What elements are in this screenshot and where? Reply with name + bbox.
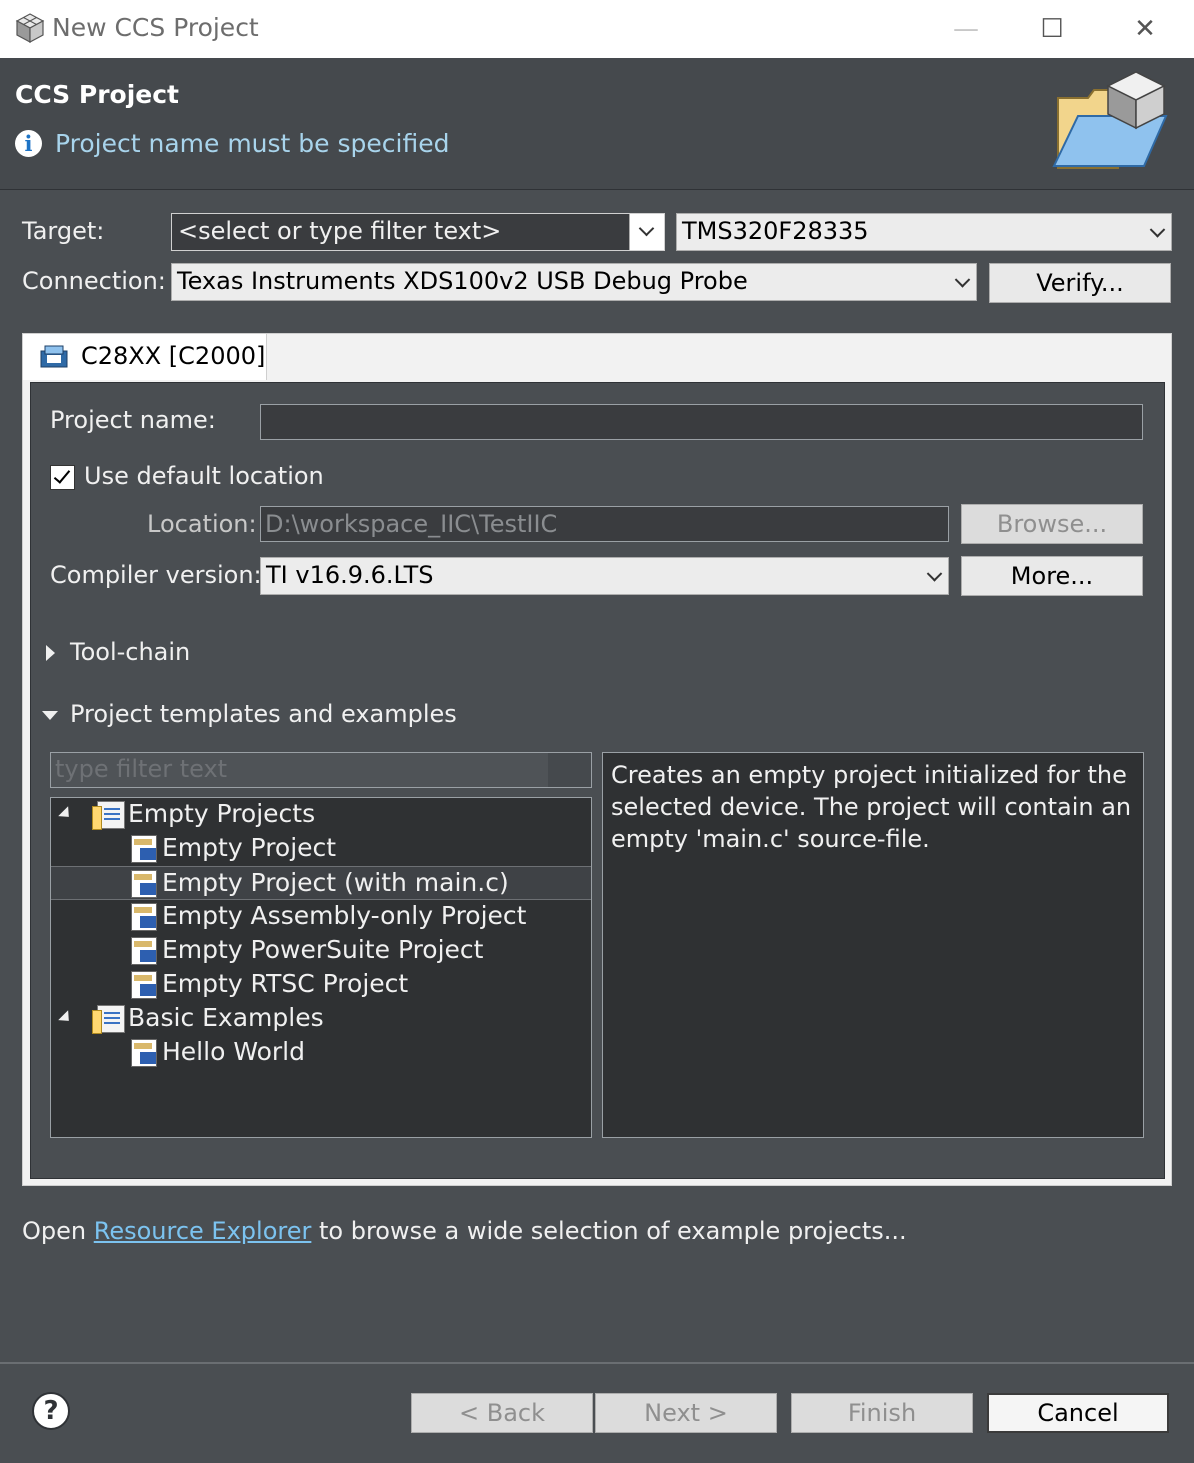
use-default-location-checkbox[interactable] (50, 465, 75, 490)
more-button[interactable]: More... (961, 556, 1143, 596)
project-template-icon (131, 971, 157, 999)
wizard-folder-cube-icon (1052, 71, 1168, 169)
tree-item-label: Basic Examples (128, 1003, 324, 1032)
tree-collapse-icon[interactable] (58, 1010, 74, 1026)
target-label: Target: (22, 217, 105, 245)
chevron-down-icon (926, 566, 943, 582)
help-icon: ? (43, 1396, 59, 1426)
template-tree[interactable]: Empty Projects Empty Project Empty Project… (50, 797, 592, 1138)
tree-item-label: Empty PowerSuite Project (162, 935, 484, 964)
category-folder-icon (92, 1005, 125, 1034)
compiler-version-value: TI v16.9.6.LTS (266, 561, 434, 589)
filter-clear-area (548, 753, 591, 787)
tree-item-row[interactable]: Empty Project (51, 832, 591, 866)
chevron-down-icon (638, 220, 655, 237)
tree-item-row[interactable]: Empty RTSC Project (51, 968, 591, 1002)
finish-button[interactable]: Finish (791, 1393, 973, 1433)
next-button[interactable]: Next > (595, 1393, 777, 1433)
window-title: New CCS Project (52, 13, 259, 42)
back-button[interactable]: < Back (411, 1393, 593, 1433)
hint-suffix: to browse a wide selection of example pr… (311, 1217, 907, 1245)
location-label: Location: (147, 510, 257, 538)
compiler-version-select[interactable]: TI v16.9.6.LTS (260, 557, 949, 595)
tree-item-row[interactable]: Empty Assembly-only Project (51, 900, 591, 934)
page-title: CCS Project (15, 80, 179, 109)
tab-c28xx[interactable]: C28XX [C2000] (23, 334, 267, 380)
project-template-icon (131, 1039, 157, 1067)
chevron-down-icon (954, 272, 971, 288)
banner-message: Project name must be specified (55, 129, 450, 158)
hint-prefix: Open (22, 1217, 94, 1245)
chevron-down-icon (1149, 222, 1166, 238)
template-description: Creates an empty project initialized for… (602, 752, 1144, 1138)
device-chip-icon (40, 345, 68, 368)
info-icon (15, 130, 42, 157)
device-select[interactable]: TMS320F28335 (676, 213, 1172, 251)
tree-collapse-icon[interactable] (58, 806, 74, 822)
checkmark-icon (53, 466, 71, 484)
project-name-input[interactable] (260, 404, 1143, 440)
tree-item-label: Empty Projects (128, 799, 316, 828)
templates-section-toggle[interactable]: Project templates and examples (70, 700, 457, 728)
maximize-button[interactable]: ☐ (1032, 12, 1072, 46)
connection-select[interactable]: Texas Instruments XDS100v2 USB Debug Pro… (171, 263, 977, 301)
project-template-icon (131, 870, 157, 898)
toolchain-section-toggle[interactable]: Tool-chain (70, 638, 190, 666)
tree-folder-row[interactable]: Basic Examples (51, 1002, 591, 1036)
category-folder-icon (92, 801, 125, 830)
verify-button[interactable]: Verify... (989, 263, 1171, 303)
location-input: D:\workspace_IIC\TestIIC (260, 506, 949, 542)
tree-item-row[interactable]: Hello World (51, 1036, 591, 1070)
minimize-button[interactable]: — (946, 12, 986, 46)
target-filter-placeholder: <select or type filter text> (178, 217, 502, 245)
project-name-label: Project name: (50, 406, 216, 434)
browse-button[interactable]: Browse... (961, 504, 1143, 544)
tree-folder-row[interactable]: Empty Projects (51, 798, 591, 832)
template-filter-input[interactable]: type filter text (50, 752, 592, 788)
tree-item-row[interactable]: Empty PowerSuite Project (51, 934, 591, 968)
tree-item-label: Empty Project (162, 833, 337, 862)
resource-explorer-link[interactable]: Resource Explorer (94, 1217, 312, 1245)
button-bar-separator (0, 1362, 1194, 1364)
tree-item-label: Empty RTSC Project (162, 969, 409, 998)
tree-item-label: Empty Assembly-only Project (162, 901, 527, 930)
project-template-icon (131, 835, 157, 863)
app-cube-icon (15, 13, 45, 44)
target-filter-combo[interactable]: <select or type filter text> (171, 213, 665, 251)
tree-item-row[interactable]: Empty Project (with main.c) (51, 866, 591, 900)
project-template-icon (131, 937, 157, 965)
resource-explorer-hint: Open Resource Explorer to browse a wide … (22, 1217, 907, 1245)
device-select-value: TMS320F28335 (682, 217, 869, 245)
expand-arrow-icon[interactable] (46, 645, 55, 661)
tree-item-label: Empty Project (with main.c) (162, 868, 509, 897)
cancel-button[interactable]: Cancel (987, 1393, 1169, 1433)
collapse-arrow-icon[interactable] (42, 711, 58, 720)
target-filter-dropdown-button[interactable] (629, 214, 664, 250)
project-template-icon (131, 903, 157, 931)
tree-item-label: Hello World (162, 1037, 305, 1066)
compiler-version-label: Compiler version: (50, 561, 262, 589)
help-button[interactable]: ? (32, 1392, 70, 1430)
connection-label: Connection: (22, 267, 166, 295)
tab-label: C28XX [C2000] (81, 342, 266, 370)
title-bar: New CCS Project — ☐ ✕ (0, 0, 1194, 58)
connection-select-value: Texas Instruments XDS100v2 USB Debug Pro… (177, 267, 748, 295)
template-filter-placeholder: type filter text (55, 755, 228, 783)
close-button[interactable]: ✕ (1125, 12, 1165, 46)
use-default-location-label: Use default location (84, 462, 324, 490)
wizard-banner (0, 58, 1194, 190)
